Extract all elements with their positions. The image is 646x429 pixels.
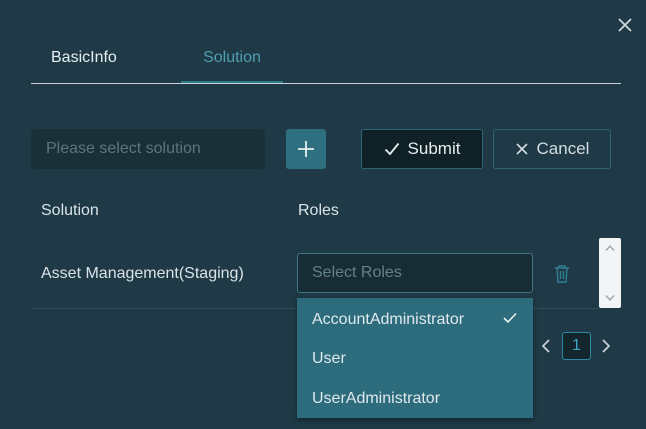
chevron-right-icon[interactable] — [600, 338, 612, 354]
check-icon — [384, 142, 399, 156]
page-number-button[interactable]: 1 — [562, 332, 591, 360]
role-option-user[interactable]: User — [297, 339, 533, 379]
tab-bar: BasicInfo Solution — [31, 40, 621, 84]
roles-dropdown: AccountAdministrator User UserAdministra… — [297, 298, 533, 418]
tab-solution[interactable]: Solution — [181, 48, 283, 83]
submit-button[interactable]: Submit — [361, 129, 483, 169]
scroll-down-icon[interactable] — [605, 294, 615, 302]
submit-label: Submit — [407, 139, 461, 158]
chevron-left-icon[interactable] — [540, 338, 552, 354]
role-option-label: User — [312, 350, 346, 367]
column-header-solution: Solution — [41, 202, 99, 219]
role-option-useradministrator[interactable]: UserAdministrator — [297, 379, 533, 419]
role-option-accountadministrator[interactable]: AccountAdministrator — [297, 300, 533, 340]
solution-dialog: BasicInfo Solution Please select solutio… — [0, 0, 646, 429]
vertical-scrollbar[interactable] — [599, 238, 621, 308]
trash-icon[interactable] — [553, 264, 571, 284]
check-icon — [503, 312, 517, 324]
role-option-label: AccountAdministrator — [312, 311, 465, 328]
solution-select[interactable]: Please select solution — [31, 129, 265, 169]
solution-cell: Asset Management(Staging) — [41, 265, 244, 282]
close-icon[interactable] — [614, 14, 636, 36]
role-option-label: UserAdministrator — [312, 390, 441, 407]
scroll-up-icon[interactable] — [605, 244, 615, 252]
x-icon — [515, 143, 528, 155]
column-header-roles: Roles — [298, 202, 339, 219]
plus-icon — [298, 141, 314, 157]
cancel-label: Cancel — [536, 139, 590, 158]
roles-select[interactable]: Select Roles — [297, 253, 533, 293]
cancel-button[interactable]: Cancel — [493, 129, 611, 169]
tab-basicinfo[interactable]: BasicInfo — [51, 48, 117, 83]
add-solution-button[interactable] — [286, 129, 326, 169]
